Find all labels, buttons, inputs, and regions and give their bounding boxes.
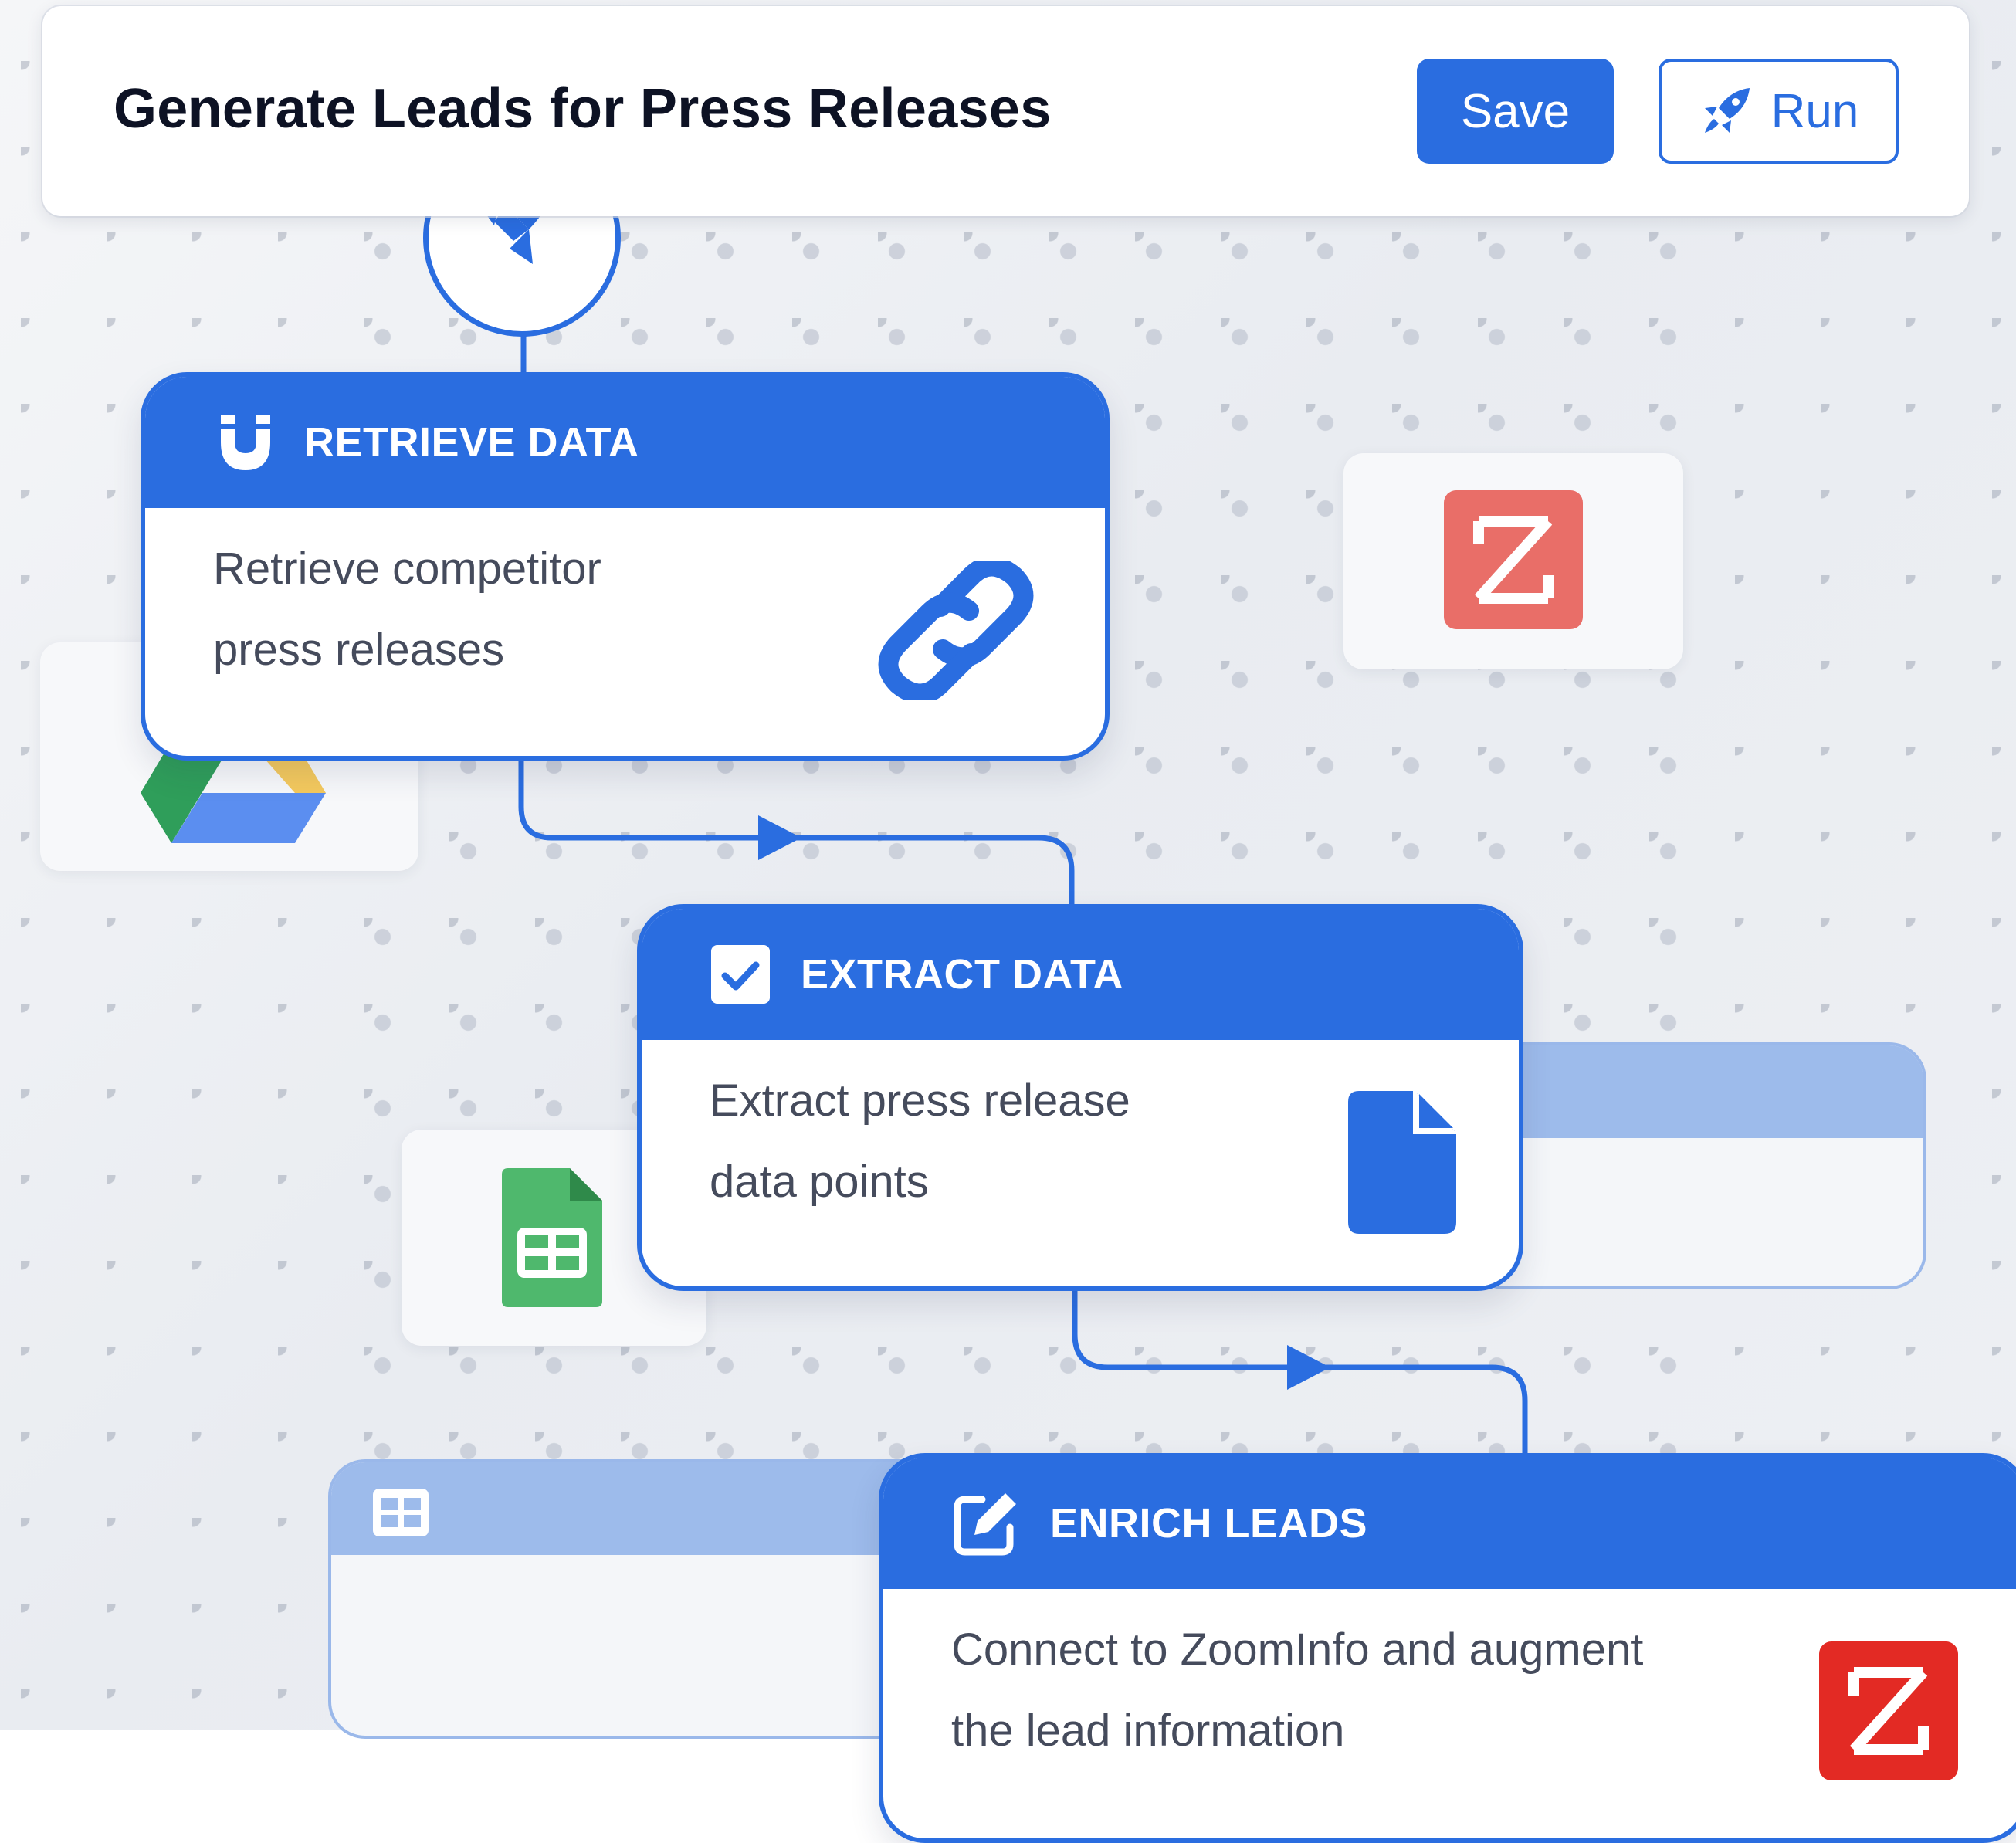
step-description-line: the lead information — [951, 1706, 1345, 1756]
step-card-body: Connect to ZoomInfo and augment the lead… — [883, 1589, 2016, 1838]
step-description-line: Extract press release — [710, 1076, 1130, 1126]
checkbox-icon — [711, 945, 770, 1004]
run-button[interactable]: Run — [1659, 59, 1899, 164]
step-title: ENRICH LEADS — [1050, 1500, 1368, 1547]
step-description: Connect to ZoomInfo and augment the lead… — [951, 1609, 1643, 1771]
step-card-enrich-leads[interactable]: ENRICH LEADS Connect to ZoomInfo and aug… — [879, 1453, 2016, 1843]
step-description-line: press releases — [213, 625, 505, 675]
step-description-line: Connect to ZoomInfo and augment — [951, 1624, 1644, 1675]
rocket-icon — [1704, 88, 1750, 133]
step-title: EXTRACT DATA — [801, 951, 1123, 998]
edit-icon — [954, 1493, 1016, 1556]
step-card-body: Retrieve competitor press releases — [145, 508, 1105, 756]
step-card-retrieve-data[interactable]: RETRIEVE DATA Retrieve competitor press … — [141, 372, 1110, 761]
step-card-header: EXTRACT DATA — [642, 909, 1519, 1040]
document-icon — [1348, 1091, 1456, 1234]
step-card-body: Extract press release data points — [642, 1040, 1519, 1286]
magnet-icon — [221, 415, 270, 470]
step-description: Extract press release data points — [710, 1060, 1130, 1222]
step-card-header: ENRICH LEADS — [883, 1458, 2016, 1589]
link-icon — [878, 561, 1034, 700]
zoominfo-logo — [1819, 1641, 1958, 1780]
run-button-label: Run — [1770, 84, 1859, 138]
step-description: Retrieve competitor press releases — [213, 528, 601, 690]
step-title: RETRIEVE DATA — [304, 419, 639, 466]
step-card-extract-data[interactable]: EXTRACT DATA Extract press release data … — [637, 904, 1523, 1291]
step-card-header: RETRIEVE DATA — [145, 377, 1105, 508]
step-description-line: Retrieve competitor — [213, 544, 601, 594]
workflow-title: Generate Leads for Press Releases — [114, 78, 1052, 140]
save-button[interactable]: Save — [1417, 59, 1614, 164]
workflow-toolbar: Generate Leads for Press Releases Save R… — [42, 6, 1969, 216]
step-description-line: data points — [710, 1157, 929, 1207]
